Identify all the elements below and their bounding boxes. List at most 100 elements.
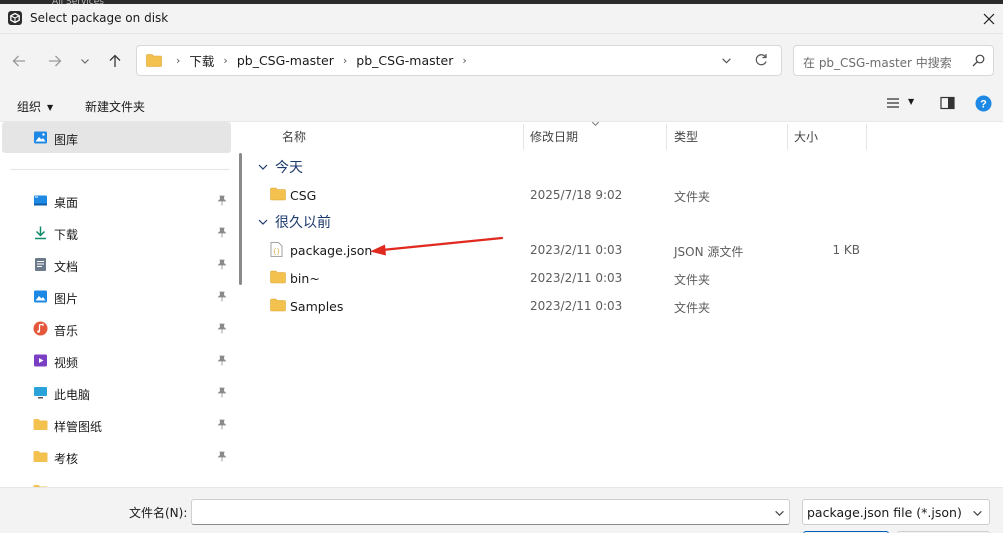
sidebar-item-label: 桌面 bbox=[54, 196, 79, 210]
column-divider[interactable] bbox=[787, 124, 788, 150]
search-icon bbox=[972, 54, 985, 67]
breadcrumb-item-pb-csg-master-inner[interactable]: pb_CSG-master bbox=[356, 53, 453, 68]
pin-icon bbox=[217, 419, 227, 430]
filename-field[interactable] bbox=[191, 499, 790, 525]
sidebar-item-label: 样管图纸 bbox=[54, 420, 103, 434]
navigation-pane: 图库 桌面 下载 文档 图片 音乐 视频 此电脑 样管图纸 考核 bbox=[0, 122, 234, 487]
up-button[interactable] bbox=[104, 50, 126, 72]
group-header-long-ago[interactable]: 很久以前 bbox=[258, 212, 331, 232]
column-divider[interactable] bbox=[523, 124, 524, 150]
recent-locations-button[interactable] bbox=[74, 50, 96, 72]
sidebar-item-this-pc[interactable]: 此电脑 bbox=[0, 378, 234, 408]
column-divider[interactable] bbox=[666, 124, 667, 150]
sidebar-item-desktop[interactable]: 桌面 bbox=[0, 186, 234, 216]
pictures-icon bbox=[34, 290, 47, 303]
chevron-down-icon bbox=[973, 510, 982, 517]
forward-button[interactable] bbox=[44, 50, 66, 72]
sidebar-item-label: 图库 bbox=[54, 133, 79, 147]
organize-menu[interactable]: 组织 ▼ bbox=[17, 98, 53, 115]
preview-pane-icon bbox=[940, 96, 955, 110]
file-type: 文件夹 bbox=[674, 301, 711, 315]
breadcrumb: › 下载 › pb_CSG-master › pb_CSG-master › bbox=[167, 46, 476, 75]
file-row[interactable]: CSG 2025/7/18 9:02 文件夹 bbox=[248, 181, 1003, 209]
file-row[interactable]: bin~ 2023/2/11 0:03 文件夹 bbox=[248, 264, 1003, 292]
pin-icon bbox=[217, 291, 227, 302]
column-divider[interactable] bbox=[866, 124, 867, 150]
view-options-button[interactable]: ▼ bbox=[886, 96, 914, 113]
address-bar[interactable]: › 下载 › pb_CSG-master › pb_CSG-master › bbox=[136, 45, 782, 76]
sidebar-item-downloads[interactable]: 下载 bbox=[0, 218, 234, 248]
arrow-right-icon bbox=[49, 55, 62, 67]
chevron-right-icon[interactable]: › bbox=[343, 54, 347, 67]
chevron-right-icon[interactable]: › bbox=[223, 54, 227, 67]
sidebar-item-drawings[interactable]: 样管图纸 bbox=[0, 410, 234, 440]
file-date: 2023/2/11 0:03 bbox=[530, 243, 623, 257]
pin-icon bbox=[217, 227, 227, 238]
video-icon bbox=[34, 354, 47, 367]
file-type: 文件夹 bbox=[674, 273, 711, 287]
file-size: 1 KB bbox=[832, 243, 860, 257]
new-folder-label: 新建文件夹 bbox=[85, 100, 146, 114]
new-folder-button[interactable]: 新建文件夹 bbox=[85, 98, 145, 115]
sidebar-item-label: 考核 bbox=[54, 452, 79, 466]
file-name: package.json bbox=[290, 243, 373, 258]
refresh-icon[interactable] bbox=[754, 53, 768, 67]
address-history-chevron-icon[interactable] bbox=[721, 55, 732, 66]
svg-text:{}: {} bbox=[273, 248, 280, 255]
group-header-today[interactable]: 今天 bbox=[258, 157, 303, 177]
folder-icon bbox=[270, 298, 286, 312]
search-placeholder: 在 pb_CSG-master 中搜索 bbox=[803, 56, 952, 70]
close-button[interactable] bbox=[975, 4, 1003, 34]
sidebar-item-pictures[interactable]: 图片 bbox=[0, 282, 234, 312]
music-icon bbox=[33, 321, 48, 336]
pin-icon bbox=[217, 451, 227, 462]
file-date: 2025/7/18 9:02 bbox=[530, 188, 623, 202]
folder-icon bbox=[146, 54, 162, 67]
sidebar-item-assessment[interactable]: 考核 bbox=[0, 442, 234, 472]
sort-chevron-icon bbox=[591, 121, 600, 127]
sidebar-item-documents[interactable]: 文档 bbox=[0, 250, 234, 280]
caret-down-icon: ▼ bbox=[908, 97, 915, 106]
gallery-icon bbox=[34, 131, 47, 144]
folder-icon bbox=[33, 419, 48, 430]
sidebar-item-label: 下载 bbox=[54, 228, 79, 242]
breadcrumb-item-downloads[interactable]: 下载 bbox=[189, 51, 214, 70]
preview-pane-button[interactable] bbox=[940, 96, 955, 113]
column-header-type[interactable]: 类型 bbox=[674, 128, 698, 145]
annotation-arrow bbox=[370, 236, 504, 256]
file-type: JSON 源文件 bbox=[674, 245, 744, 259]
file-row[interactable]: Samples 2023/2/11 0:03 文件夹 bbox=[248, 292, 1003, 320]
chevron-down-icon bbox=[258, 219, 268, 225]
svg-text:?: ? bbox=[980, 99, 987, 111]
column-header-date[interactable]: 修改日期 bbox=[530, 128, 578, 145]
navigation-bar: › 下载 › pb_CSG-master › pb_CSG-master › 在… bbox=[0, 34, 1003, 88]
breadcrumb-item-pb-csg-master[interactable]: pb_CSG-master bbox=[237, 53, 334, 68]
chevron-right-icon[interactable]: › bbox=[462, 54, 466, 67]
column-header-size[interactable]: 大小 bbox=[794, 128, 818, 145]
file-name: bin~ bbox=[290, 271, 320, 286]
sidebar-item-label: 音乐 bbox=[54, 324, 79, 338]
folder-icon bbox=[270, 187, 286, 201]
file-row[interactable]: {} package.json 2023/2/11 0:03 JSON 源文件 … bbox=[248, 236, 1003, 264]
search-box[interactable]: 在 pb_CSG-master 中搜索 bbox=[793, 45, 994, 76]
back-button[interactable] bbox=[8, 50, 30, 72]
folder-icon bbox=[33, 451, 48, 462]
help-icon: ? bbox=[975, 95, 992, 112]
column-header-name[interactable]: 名称 bbox=[282, 128, 306, 145]
filename-input[interactable] bbox=[196, 503, 766, 521]
sidebar-item-gallery[interactable]: 图库 bbox=[0, 123, 234, 153]
file-type: 文件夹 bbox=[674, 190, 711, 204]
pin-icon bbox=[217, 195, 227, 206]
filetype-select[interactable]: package.json file (*.json) bbox=[802, 499, 990, 525]
sidebar-item-videos[interactable]: 视频 bbox=[0, 346, 234, 376]
help-button[interactable]: ? bbox=[975, 95, 992, 115]
sidebar-scrollbar[interactable] bbox=[239, 153, 242, 285]
sidebar-item-music[interactable]: 音乐 bbox=[0, 314, 234, 344]
chevron-right-icon: › bbox=[176, 54, 181, 67]
chevron-down-icon[interactable] bbox=[774, 508, 785, 519]
pin-icon bbox=[217, 387, 227, 398]
download-icon bbox=[35, 226, 46, 240]
chevron-down-icon bbox=[258, 164, 268, 170]
file-date: 2023/2/11 0:03 bbox=[530, 271, 623, 285]
organize-label: 组织 bbox=[17, 100, 42, 114]
